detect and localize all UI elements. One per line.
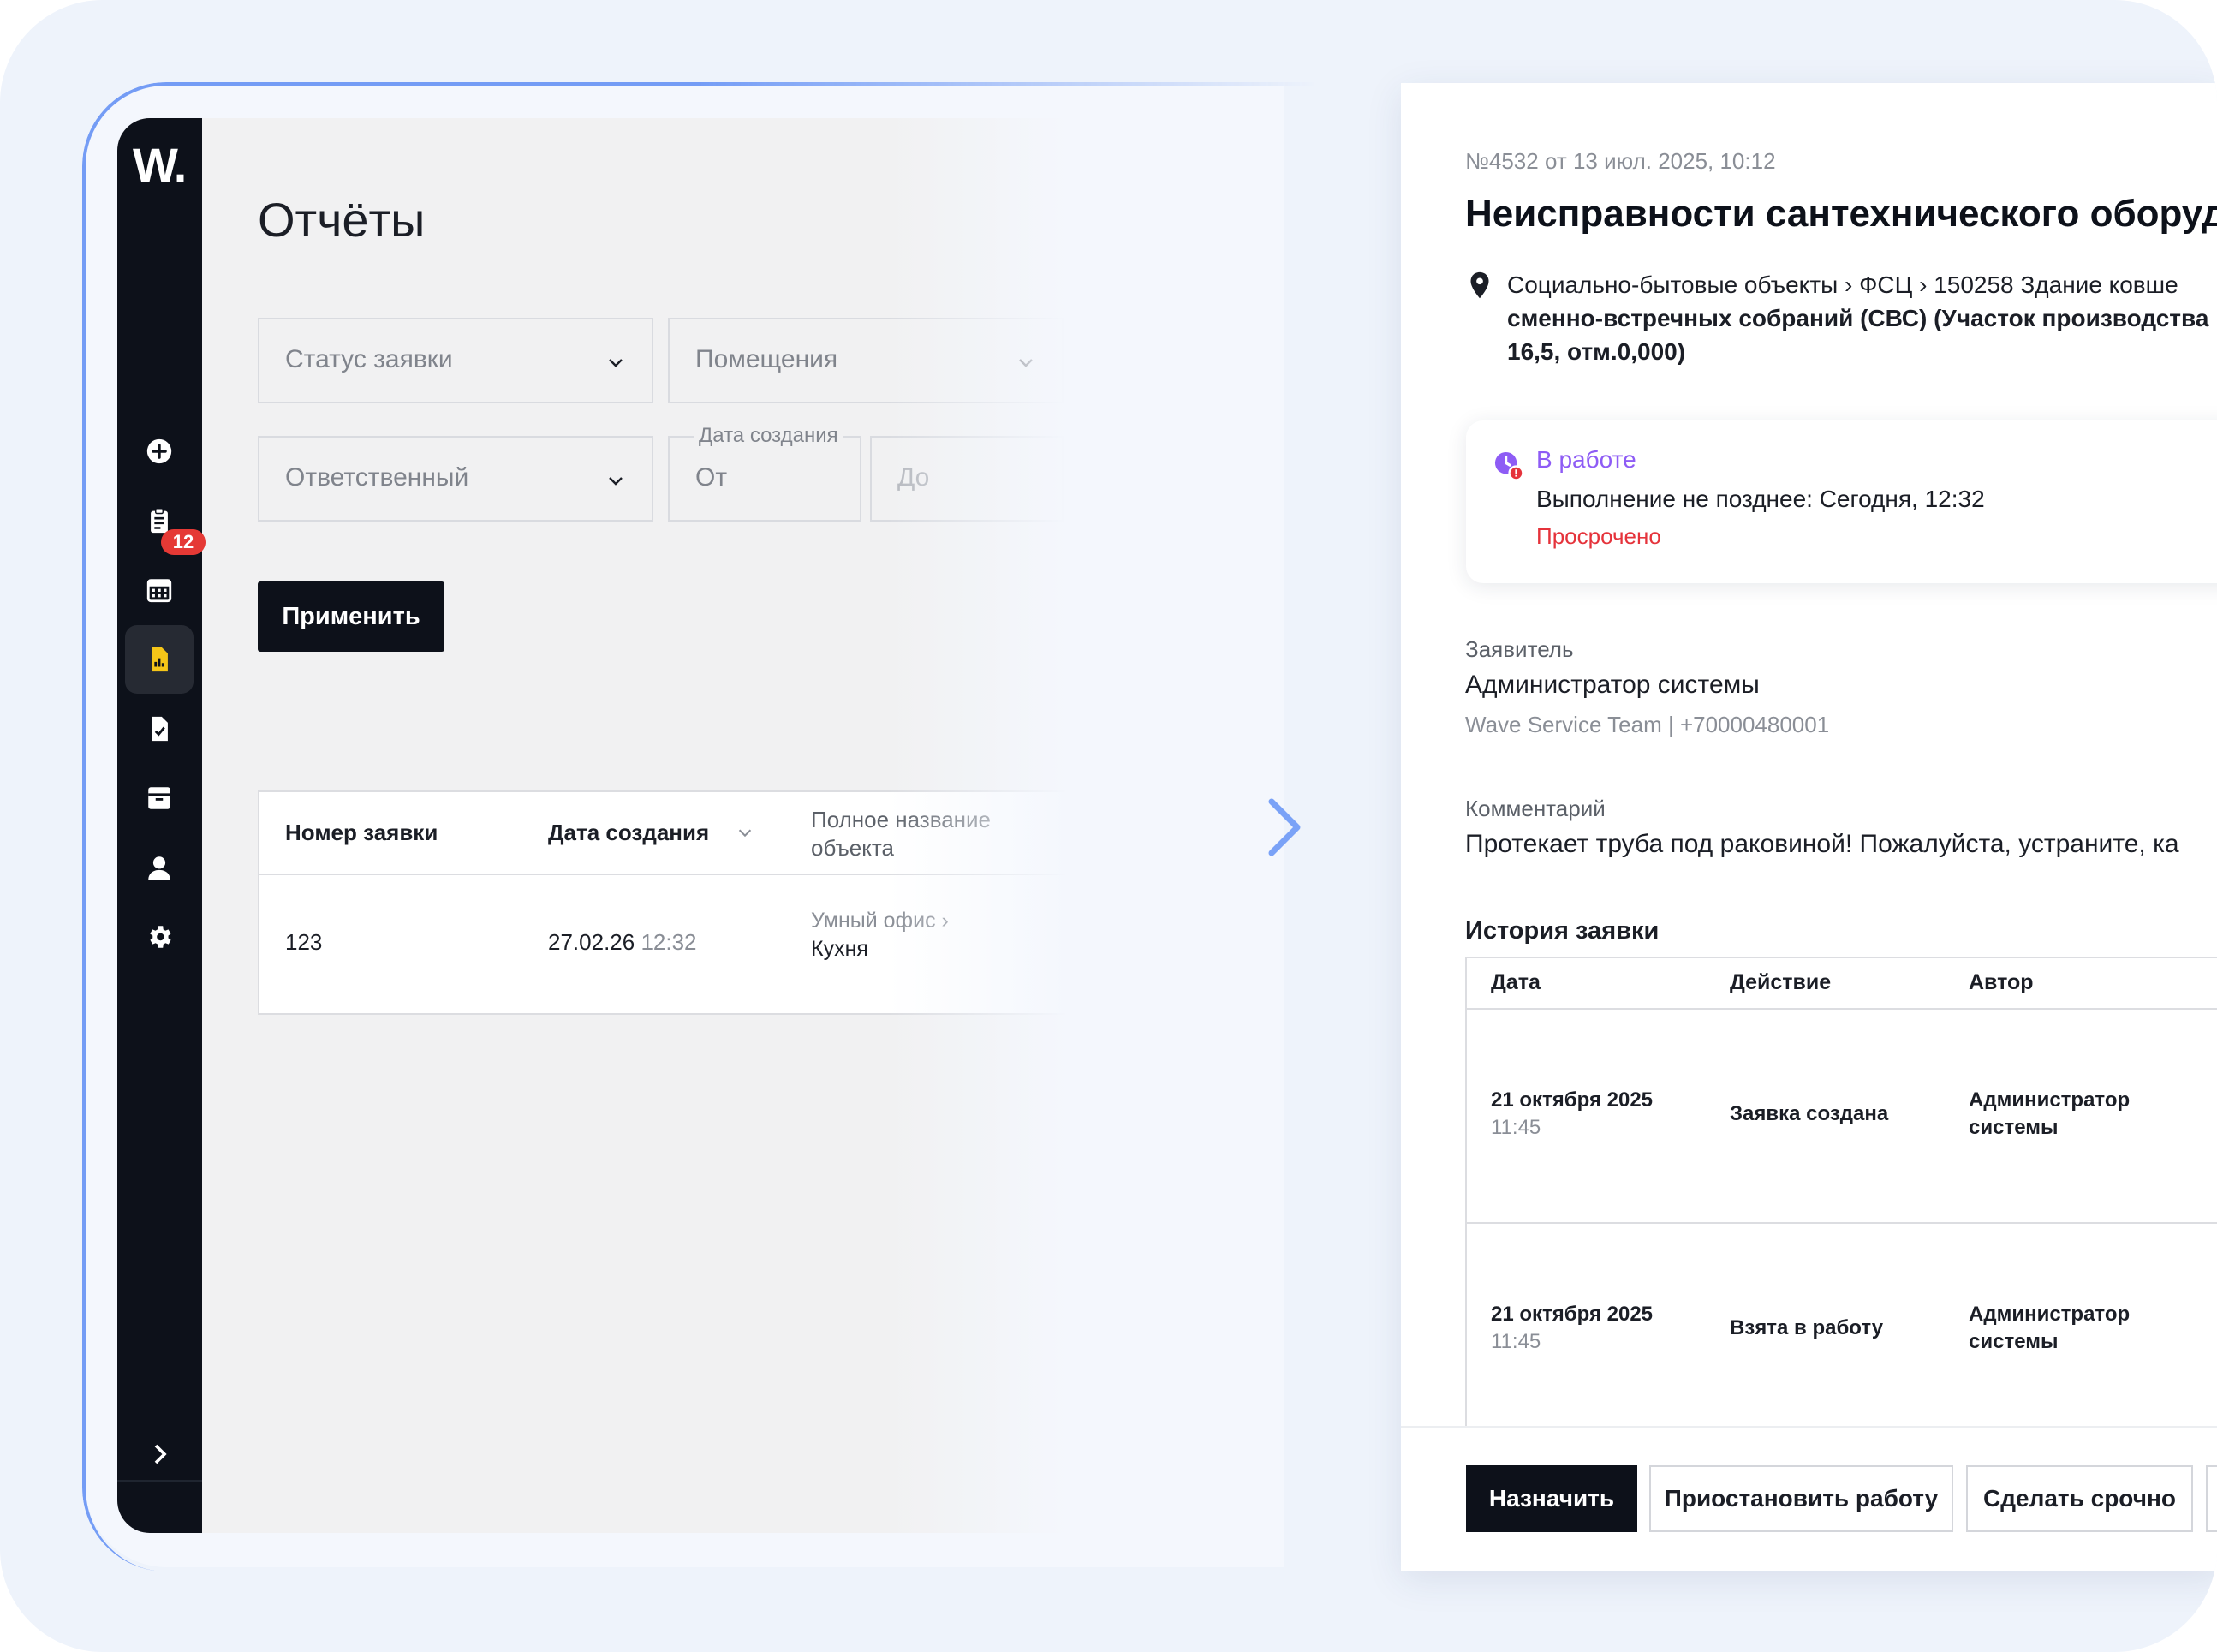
apply-button[interactable]: Применить [258,581,444,652]
responsible-select[interactable]: Ответственный [258,436,653,522]
col-header-number[interactable]: Номер заявки [285,820,438,846]
history-time-value: 11:45 [1491,1116,1541,1139]
location-pin-icon [1470,271,1489,299]
status-select[interactable]: Статус заявки [258,318,653,403]
status-in-progress-icon [1494,451,1524,481]
more-actions-button[interactable] [2206,1465,2217,1532]
request-title: Неисправности сантехнического оборуд [1465,193,2217,235]
archive-icon [148,787,170,809]
status-name: В работе [1536,446,1636,473]
history-author-line1: Администратор [1969,1303,2131,1326]
status-card: В работе Выполнение не позднее: Сегодня,… [1466,420,2217,583]
sidebar-divider [117,1480,202,1482]
applicant-name: Администратор системы [1465,671,1760,699]
header-divider [259,874,1112,875]
location-line-2: сменно-встречных собраний (СВС) (Участок… [1507,305,2209,331]
date-from-input[interactable]: Дата создания От [668,424,861,522]
requests-count-badge: 12 [161,529,206,555]
sidebar-item-requests[interactable]: 12 [125,486,206,555]
date-from-placeholder: От [695,463,728,492]
gear-icon [150,926,171,948]
request-details-panel: №4532 от 13 июл. 2025, 10:12 Неисправнос… [1401,83,2217,1571]
date-created-label: Дата создания [694,424,843,448]
sidebar-item-settings[interactable] [125,903,194,971]
row-date-value: 27.02.26 [548,929,635,955]
row-number: 123 [285,929,323,955]
calendar-icon [146,579,172,603]
col-header-date[interactable]: Дата создания [548,820,709,846]
sidebar: W. 12 [117,118,206,1533]
history-table: Дата Действие Автор 21 октября 2025 11:4… [1465,957,2217,1436]
row-date: 27.02.26 12:32 [548,929,697,956]
date-to-placeholder: До [897,463,930,492]
page-title: Отчёты [258,193,426,247]
history-author-line2: системы [1969,1330,2059,1353]
make-urgent-button[interactable]: Сделать срочно [1966,1465,2193,1532]
history-row-action: Заявка создана [1730,1102,1889,1125]
sidebar-item-archive[interactable] [125,764,194,832]
date-to-input[interactable]: До [870,436,1064,522]
rooms-select[interactable]: Помещения [668,318,1064,403]
request-meta: №4532 от 13 июл. 2025, 10:12 [1465,148,1776,174]
location-line-3: 16,5, отм.0,000) [1507,338,1686,365]
col-header-object[interactable]: Полное название объекта [811,806,1008,862]
history-row-date: 21 октября 2025 11:45 [1491,1301,1653,1356]
history-row-author: Администратор системы [1969,1087,2130,1142]
sidebar-item-create[interactable] [125,417,194,486]
status-select-placeholder: Статус заявки [285,345,453,373]
history-time-value: 11:45 [1491,1330,1541,1353]
document-check-icon [152,716,168,742]
sidebar-item-calendar[interactable] [125,556,194,624]
reports-table: Номер заявки Дата создания Полное назван… [258,790,1114,1015]
comment-text: Протекает труба под раковиной! Пожалуйст… [1465,830,2179,858]
logo: W. [133,138,187,192]
history-author-line1: Администратор [1969,1088,2131,1112]
pause-work-button[interactable]: Приостановить работу [1649,1465,1953,1532]
history-row-author: Администратор системы [1969,1301,2130,1356]
row-object: Умный офис › Кухня [811,907,949,963]
sort-chevron-down-icon[interactable] [736,823,754,842]
assign-button[interactable]: Назначить [1466,1465,1637,1532]
applicant-contact: Wave Service Team | +70000480001 [1465,712,1830,737]
user-icon [148,856,170,880]
history-date-value: 21 октября 2025 [1491,1088,1654,1112]
chevron-down-icon [1019,359,1033,367]
reports-app-window: W. 12 Отчёты Статус заявки Помещения Отв… [117,118,1145,1533]
history-col-author: Автор [1969,970,2034,994]
applicant-label: Заявитель [1465,636,1574,662]
history-header-divider [1467,1008,2217,1010]
history-col-date: Дата [1491,970,1541,994]
responsible-select-placeholder: Ответственный [285,463,469,492]
row-object-path: Умный офис › [811,909,949,933]
sidebar-item-reports[interactable] [125,625,194,694]
history-row-divider [1467,1222,2217,1224]
comment-label: Комментарий [1465,796,1606,821]
plus-circle-icon [146,438,172,464]
history-author-line2: системы [1969,1116,2059,1139]
row-object-name: Кухня [811,937,868,961]
rooms-select-placeholder: Помещения [695,345,838,373]
history-title: История заявки [1465,917,1660,945]
chevron-down-icon [609,477,623,486]
sidebar-expand-button[interactable] [143,1437,177,1476]
history-date-value: 21 октября 2025 [1491,1303,1654,1326]
history-row-action: Взята в работу [1730,1316,1884,1339]
chevron-right-icon [154,1444,167,1464]
history-row-date: 21 октября 2025 11:45 [1491,1087,1653,1142]
status-overdue: Просрочено [1536,523,1661,549]
sidebar-item-users[interactable] [125,833,194,902]
location-line-1: Социально-бытовые объекты › ФСЦ › 150258… [1507,271,2178,298]
history-col-action: Действие [1730,970,1832,994]
request-location: Социально-бытовые объекты › ФСЦ › 150258… [1507,268,2217,368]
chevron-down-icon [609,359,623,367]
background-canvas: W. 12 Отчёты Статус заявки Помещения Отв… [0,0,2217,1652]
sidebar-item-checklists[interactable] [125,695,194,763]
report-icon [152,647,168,672]
status-deadline: Выполнение не позднее: Сегодня, 12:32 [1536,486,1985,512]
action-footer: Назначить Приостановить работу Сделать с… [1401,1426,2217,1571]
row-time-value: 12:32 [641,929,697,955]
arrow-right-icon [1194,798,1301,856]
